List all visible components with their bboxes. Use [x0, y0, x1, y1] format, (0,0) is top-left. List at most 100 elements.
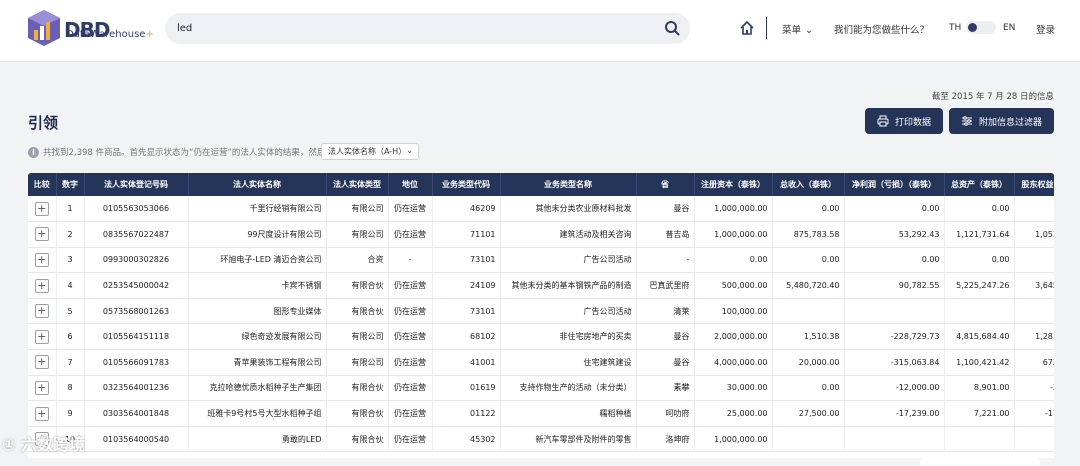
table-row[interactable]: +7 0105566091783 青苹果装饰工程有限公司 有限公司 仍在运营 41001 住… — [28, 349, 1054, 376]
cell-province: 洛坤府 — [636, 426, 695, 453]
table-row[interactable]: +1 0105563053066 千里行经销有限公司 有限公司 仍在运营 46209 其他未… — [28, 196, 1054, 223]
cell-compare: + — [28, 247, 57, 274]
column-header-biz-name[interactable]: 业务类型名称 — [500, 173, 637, 196]
cell-capital: 0.00 — [694, 247, 773, 274]
logo-subtext: DataWarehouse+ — [66, 29, 154, 40]
table-body: +1 0105563053066 千里行经销有限公司 有限公司 仍在运营 46209 其他未… — [28, 196, 1054, 453]
column-header-biz-code[interactable]: 业务类型代码 — [432, 173, 501, 196]
cell-province: 素攀 — [636, 375, 695, 402]
compare-add-button[interactable]: + — [34, 304, 49, 319]
cell-equity: 0.00 — [1014, 247, 1054, 274]
compare-add-button[interactable]: + — [34, 406, 49, 421]
cell-biz-name: 广告公司活动 — [500, 298, 637, 325]
column-header-province[interactable]: 省 — [636, 173, 695, 196]
cell-equity: -3,099.00 — [1014, 375, 1054, 402]
additional-filter-button[interactable]: 附加信息过滤器 — [949, 108, 1054, 134]
column-header-total-assets[interactable]: 总资产（泰铢） — [944, 173, 1015, 196]
cell-equity: 3,645,505.90 — [1014, 272, 1054, 299]
cell-revenue: 1,510.38 — [772, 323, 845, 351]
cell-status: 仍在运营 — [388, 196, 433, 223]
cell-equity: 1,281,236.32 — [1014, 323, 1054, 351]
column-header-equity[interactable]: 股东权益（泰铢） — [1014, 173, 1054, 196]
cell-equity — [1014, 298, 1054, 325]
compare-add-button[interactable]: + — [34, 380, 49, 395]
cell-equity: 0.00 — [1014, 196, 1054, 223]
cell-total-assets: 0.00 — [944, 196, 1015, 223]
cell-net-profit: -315,063.84 — [844, 349, 945, 376]
table-row[interactable]: +5 0573568001263 图形专业媒体 有限合伙 仍在运营 73101 广告公司活动… — [28, 298, 1054, 325]
menu-dropdown[interactable]: 菜单 ⌄ — [782, 22, 813, 36]
cell-number: 5 — [56, 298, 85, 325]
cell-entity-name[interactable]: 绿色奇迹发展有限公司 — [188, 323, 327, 351]
cell-entity-name[interactable]: 班雅卡9号村5号大型水稻种子组 — [188, 400, 327, 427]
table-row[interactable]: +6 0105564151118 绿色奇迹发展有限公司 有限公司 仍在运营 68102 非住… — [28, 323, 1054, 351]
page-title: 引领 — [28, 114, 59, 132]
home-icon[interactable] — [739, 20, 755, 36]
table-row[interactable]: +8 0323564001236 克拉哈德优质水稻种子生产集团 有限合伙 仍在运营 016… — [28, 375, 1054, 402]
compare-add-button[interactable]: + — [34, 227, 49, 242]
cell-compare: + — [28, 298, 57, 325]
cell-equity — [1014, 426, 1054, 453]
cell-capital: 100,000.00 — [694, 298, 773, 325]
cell-biz-name: 建筑活动及相关咨询 — [500, 221, 637, 248]
column-header-status[interactable]: 地位 — [388, 173, 433, 196]
cell-reg-no: 0835567022487 — [84, 221, 189, 248]
search-icon[interactable] — [664, 20, 680, 36]
column-header-reg-no[interactable]: 法人实体登记号码 — [84, 173, 189, 196]
cell-net-profit: 90,782.55 — [844, 272, 945, 299]
search-bar[interactable] — [165, 13, 690, 44]
cell-capital: 1,000,000.00 — [694, 196, 773, 223]
cell-compare: + — [28, 400, 57, 427]
watermark: ① 六数跨境 — [2, 435, 86, 454]
search-input[interactable] — [177, 19, 657, 38]
cell-number: 7 — [56, 349, 85, 376]
cell-reg-no: 0105564151118 — [84, 323, 189, 351]
sort-select[interactable]: 法人实体名称（A-H） ⌄ — [321, 143, 419, 160]
column-header-capital[interactable]: 注册资本（泰铢） — [694, 173, 773, 196]
compare-add-button[interactable]: + — [34, 278, 49, 293]
cell-biz-code: 73101 — [432, 247, 501, 274]
help-link[interactable]: 我们能为您做些什么？ — [834, 22, 929, 36]
table-row[interactable]: +9 0303564001848 班雅卡9号村5号大型水稻种子组 有限合伙 仍在运营 01… — [28, 400, 1054, 427]
chevron-down-icon: ⌄ — [805, 25, 813, 36]
table-row[interactable]: +4 0253545000042 卡宾不锈钢 有限合伙 仍在运营 24109 其他未分类的基… — [28, 272, 1054, 299]
cell-entity-name[interactable]: 卡宾不锈钢 — [188, 272, 327, 299]
compare-add-button[interactable]: + — [34, 201, 49, 216]
cell-compare: + — [28, 375, 57, 402]
results-info-text: 共找到2,398 件商品。首先显示状态为“仍在运营”的法人实体的结果，然后按 — [43, 148, 334, 158]
cell-province: - — [636, 247, 695, 274]
lang-th-label[interactable]: TH — [949, 23, 961, 33]
compare-add-button[interactable]: + — [34, 329, 49, 344]
column-header-number[interactable]: 数字 — [56, 173, 85, 196]
cell-reg-no: 0323564001236 — [84, 375, 189, 402]
compare-add-button[interactable]: + — [34, 252, 49, 267]
login-link[interactable]: 登录 — [1036, 22, 1055, 36]
cell-entity-name[interactable]: 千里行经销有限公司 — [188, 196, 327, 223]
bottom-scroll-handle[interactable] — [920, 458, 1040, 466]
site-logo[interactable]: DBD DataWarehouse+ — [26, 8, 156, 52]
cell-total-assets — [944, 298, 1015, 325]
cell-entity-name[interactable]: 勇敢的LED — [188, 426, 327, 453]
column-header-revenue[interactable]: 总收入（泰铢） — [772, 173, 845, 196]
column-header-compare[interactable]: 比较 — [28, 173, 57, 196]
cell-entity-name[interactable]: 克拉哈德优质水稻种子生产集团 — [188, 375, 327, 402]
cell-equity: 672,977.26 — [1014, 349, 1054, 376]
compare-add-button[interactable]: + — [34, 355, 49, 370]
cell-biz-code: 24109 — [432, 272, 501, 299]
column-header-entity-name[interactable]: 法人实体名称 — [188, 173, 327, 196]
column-header-net-profit[interactable]: 净利润（亏损）（泰铢） — [844, 173, 945, 196]
cell-entity-name[interactable]: 99尺度设计有限公司 — [188, 221, 327, 248]
cell-entity-name[interactable]: 环旭电子-LED 清迈合资公司 — [188, 247, 327, 274]
column-header-entity-type[interactable]: 法人实体类型 — [326, 173, 389, 196]
cell-status: 仍在运营 — [388, 221, 433, 248]
table-row[interactable]: +3 0993000302826 环旭电子-LED 清迈合资公司 合资 -73101 广告… — [28, 247, 1054, 274]
table-row[interactable]: +2 0835567022487 99尺度设计有限公司 有限公司 仍在运营 71101 建筑… — [28, 221, 1054, 248]
cell-entity-name[interactable]: 青苹果装饰工程有限公司 — [188, 349, 327, 376]
language-toggle[interactable] — [966, 21, 996, 34]
table-row[interactable]: +10 0103564000540 勇敢的LED 有限合伙 仍在运营 45302 新汽车零部… — [28, 426, 1054, 453]
cell-net-profit: -228,729.73 — [844, 323, 945, 351]
print-data-button[interactable]: 打印数据 — [865, 108, 943, 134]
cell-entity-name[interactable]: 图形专业媒体 — [188, 298, 327, 325]
lang-en-label[interactable]: EN — [1003, 23, 1015, 33]
cell-total-assets: 1,100,421.42 — [944, 349, 1015, 376]
